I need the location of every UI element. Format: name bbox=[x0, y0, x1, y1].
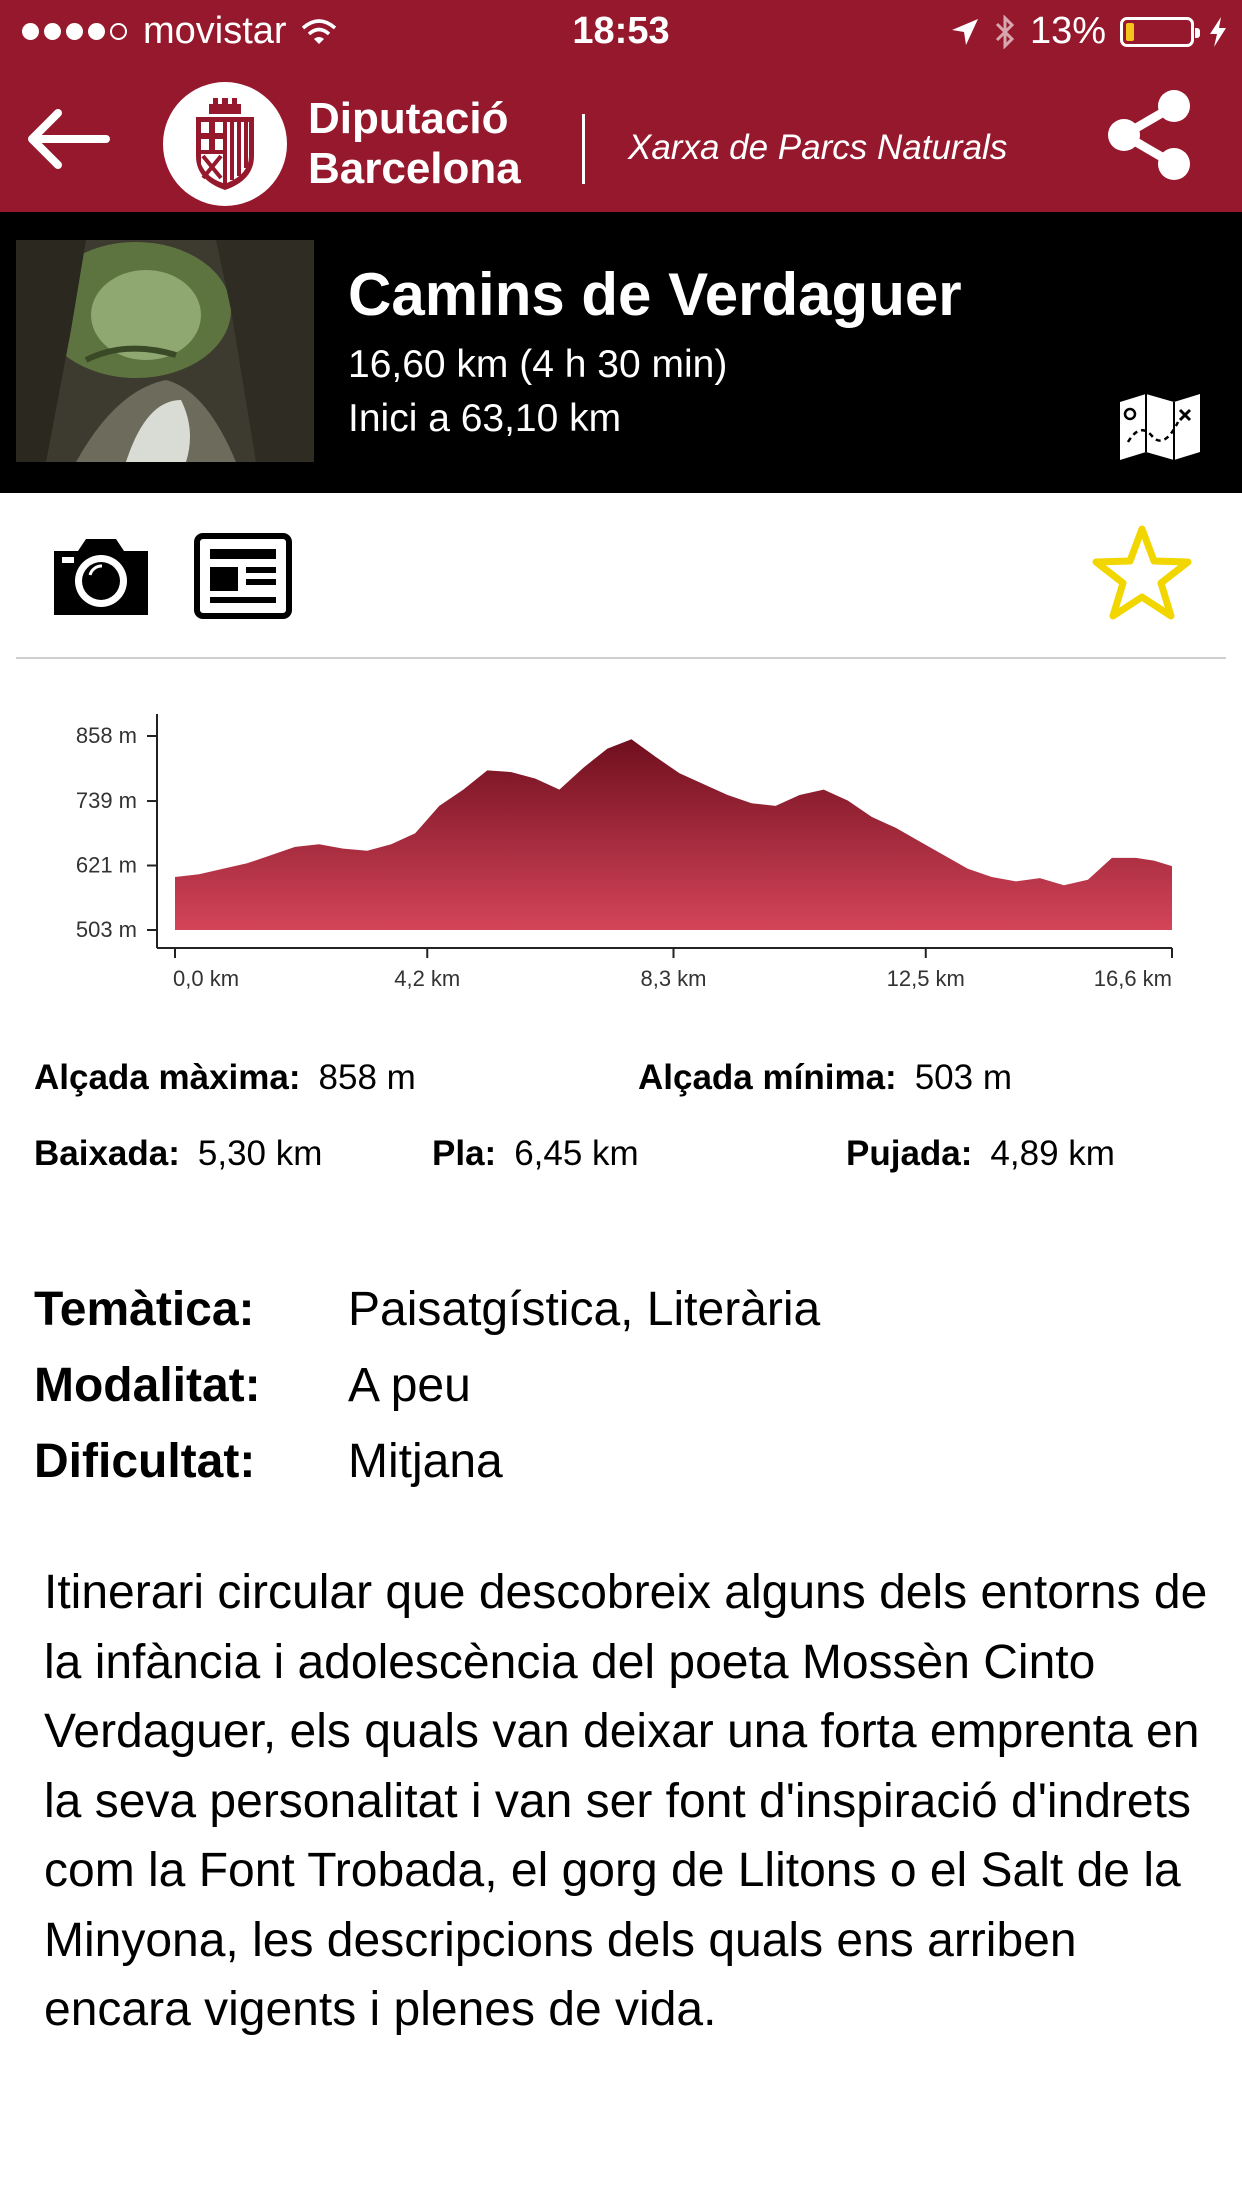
brand-line-2: Barcelona bbox=[308, 144, 521, 193]
route-distance: 16,60 km (4 h 30 min) bbox=[348, 343, 728, 386]
route-title: Camins de Verdaguer bbox=[348, 261, 962, 328]
star-icon[interactable] bbox=[1090, 523, 1194, 627]
route-thumbnail[interactable] bbox=[16, 240, 314, 462]
diputacio-logo bbox=[163, 82, 287, 206]
max-altitude: Alçada màxima: 858 m bbox=[34, 1058, 416, 1098]
route-info: 16,60 km (4 h 30 min) Inici a 63,10 km bbox=[348, 338, 727, 446]
flat: Pla: 6,45 km bbox=[432, 1134, 639, 1174]
brand-name: Diputació Barcelona bbox=[308, 94, 521, 194]
y-tick-label: 503 m bbox=[76, 917, 137, 942]
difficulty-label: Dificultat: bbox=[34, 1435, 256, 1488]
mode-value: A peu bbox=[348, 1359, 471, 1412]
min-altitude: Alçada mínima: 503 m bbox=[638, 1058, 1012, 1098]
elevation-chart: 503 m 621 m 739 m 858 m 0,0 km 4,2 km 8,3 km 12… bbox=[0, 700, 1242, 1010]
difficulty-value: Mitjana bbox=[348, 1435, 503, 1488]
ascent: Pujada: 4,89 km bbox=[846, 1134, 1115, 1174]
map-icon[interactable] bbox=[1116, 392, 1204, 462]
min-altitude-label: Alçada mínima: bbox=[638, 1058, 897, 1097]
battery-icon bbox=[1120, 16, 1200, 47]
x-tick-label: 8,3 km bbox=[640, 966, 706, 991]
brand-divider bbox=[582, 114, 585, 184]
flat-label: Pla: bbox=[432, 1134, 497, 1173]
status-right: 13% bbox=[950, 10, 1228, 53]
ascent-label: Pujada: bbox=[846, 1134, 973, 1173]
route-header: Camins de Verdaguer 16,60 km (4 h 30 min… bbox=[0, 212, 1242, 493]
theme-value: Paisatgística, Literària bbox=[348, 1283, 821, 1336]
elevation-area bbox=[175, 739, 1172, 930]
x-tick-label: 16,6 km bbox=[1094, 966, 1172, 991]
location-arrow-icon bbox=[951, 18, 978, 45]
theme-label: Temàtica: bbox=[34, 1283, 255, 1336]
battery-percent: 13% bbox=[1029, 10, 1106, 52]
brand-line-1: Diputació bbox=[308, 94, 509, 143]
y-tick-label: 858 m bbox=[76, 723, 137, 748]
news-icon[interactable] bbox=[194, 533, 292, 619]
x-tick-label: 0,0 km bbox=[173, 966, 239, 991]
route-start: Inici a 63,10 km bbox=[348, 397, 622, 440]
bluetooth-icon bbox=[995, 14, 1015, 49]
max-altitude-value: 858 m bbox=[318, 1058, 416, 1097]
mode-label: Modalitat: bbox=[34, 1359, 261, 1412]
max-altitude-label: Alçada màxima: bbox=[34, 1058, 301, 1097]
share-icon[interactable] bbox=[1102, 88, 1194, 182]
ascent-value: 4,89 km bbox=[990, 1134, 1115, 1173]
camera-icon[interactable] bbox=[50, 533, 152, 619]
back-arrow-icon[interactable] bbox=[22, 106, 114, 172]
action-toolbar bbox=[0, 493, 1242, 659]
y-tick-label: 621 m bbox=[76, 853, 137, 878]
brand-subtitle: Xarxa de Parcs Naturals bbox=[628, 128, 1008, 167]
charging-bolt-icon bbox=[1210, 16, 1226, 47]
x-tick-label: 4,2 km bbox=[394, 966, 460, 991]
x-tick-label: 12,5 km bbox=[887, 966, 965, 991]
y-tick-label: 739 m bbox=[76, 788, 137, 813]
route-description: Itinerari circular que descobreix alguns… bbox=[44, 1566, 1208, 2036]
descent: Baixada: 5,30 km bbox=[34, 1134, 322, 1174]
toolbar-divider bbox=[16, 657, 1226, 659]
status-bar: movistar 18:53 13% bbox=[0, 0, 1242, 66]
descent-value: 5,30 km bbox=[197, 1134, 323, 1173]
elevation-chart-svg: 503 m 621 m 739 m 858 m 0,0 km 4,2 km 8,3 km 12… bbox=[76, 714, 1173, 991]
descent-label: Baixada: bbox=[34, 1134, 180, 1173]
nav-bar: Diputació Barcelona Xarxa de Parcs Natur… bbox=[0, 66, 1242, 212]
flat-value: 6,45 km bbox=[514, 1134, 639, 1173]
min-altitude-value: 503 m bbox=[914, 1058, 1012, 1097]
